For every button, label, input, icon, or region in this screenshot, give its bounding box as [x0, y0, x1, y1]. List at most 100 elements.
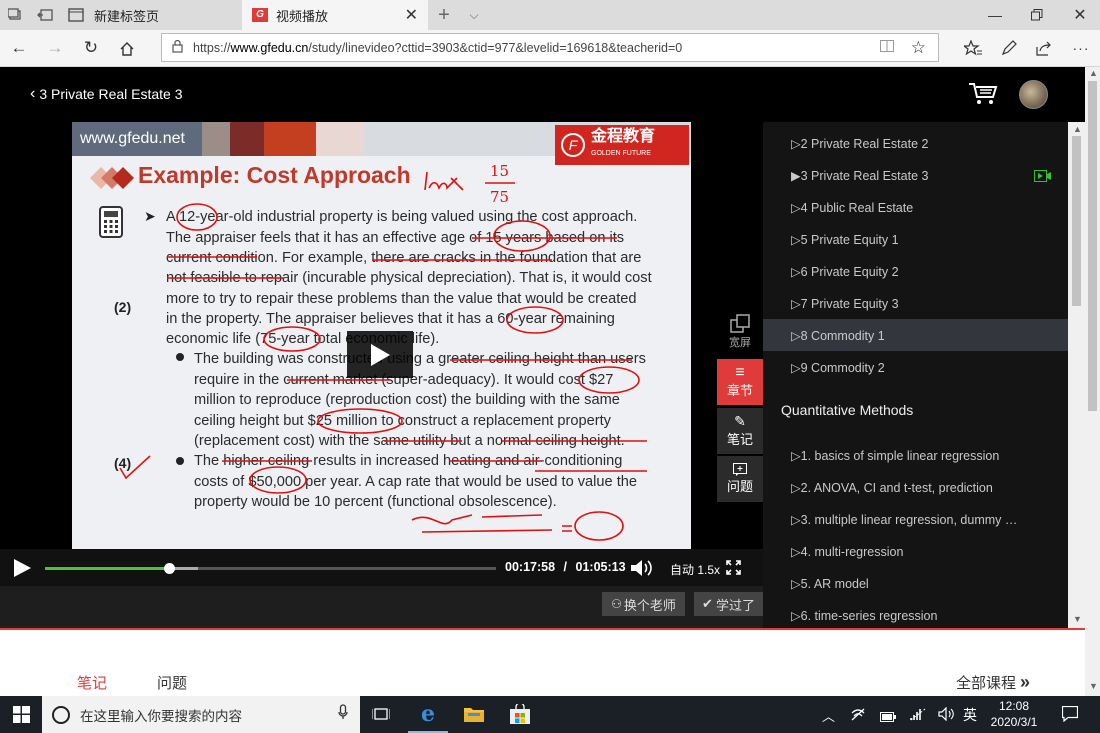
chapters-label: 章节 — [726, 382, 753, 398]
tab-manager-icon[interactable] — [0, 0, 30, 30]
course-title: 3 Private Real Estate 3 — [39, 86, 183, 102]
store-icon[interactable] — [510, 702, 530, 729]
minimize-icon[interactable]: — — [980, 0, 1010, 30]
all-courses-link[interactable]: 全部课程 » — [956, 672, 1030, 693]
address-bar[interactable]: https://www.gfedu.cn/study/linevideo?ctt… — [161, 33, 939, 62]
scroll-up-icon[interactable]: ▲ — [1089, 68, 1098, 78]
learned-button[interactable]: ✔ 学过了 — [694, 592, 763, 616]
pencil-icon: ✎ — [734, 413, 746, 429]
file-explorer-icon[interactable] — [464, 705, 484, 728]
video-player[interactable]: www.gfedu.net F 金程教育 GOLDEN FUTURE Examp… — [0, 122, 763, 628]
refresh-icon[interactable]: ↻ — [78, 36, 104, 60]
lesson-label: ▷2. ANOVA, CI and t-test, prediction — [791, 480, 993, 495]
center-play-button[interactable] — [347, 331, 413, 378]
lesson-label: ▷4. multi-regression — [791, 544, 904, 559]
avatar[interactable] — [1019, 80, 1048, 109]
favorite-star-icon[interactable]: ☆ — [911, 38, 926, 58]
chapter-list: ▷2 Private Real Estate 2 ▶3 Private Real… — [763, 122, 1068, 628]
chevron-left-icon: ‹ — [30, 85, 36, 102]
favorites-list-icon[interactable] — [960, 36, 986, 60]
learned-label: 学过了 — [715, 597, 755, 613]
network-disabled-icon[interactable] — [850, 707, 866, 726]
wifi-icon[interactable] — [910, 707, 926, 726]
show-hidden-icons-chevron-icon[interactable]: ︿ — [822, 706, 835, 725]
scroll-thumb[interactable] — [1088, 81, 1097, 411]
close-tab-icon[interactable]: ✕ — [405, 5, 418, 25]
time-display: 00:17:58 / 01:05:13 — [505, 560, 626, 574]
edge-browser-icon[interactable]: e — [408, 696, 448, 733]
chapter-list-scrollbar[interactable]: ▲ ▼ — [1068, 122, 1085, 628]
fullscreen-icon[interactable] — [726, 560, 741, 580]
lesson-item[interactable]: ▷6 Private Equity 2 — [791, 255, 1068, 287]
url-path: /study/linevideo?cttid=3903&ctid=977&lev… — [308, 40, 683, 55]
progress-handle[interactable] — [164, 563, 176, 574]
notification-center-icon[interactable] — [1061, 705, 1079, 727]
all-courses-label: 全部课程 — [956, 675, 1017, 692]
speed-selector[interactable]: 自动 1.5x — [670, 561, 720, 578]
reading-view-icon[interactable] — [880, 40, 894, 55]
back-to-course-link[interactable]: ‹ 3 Private Real Estate 3 — [30, 85, 183, 103]
restore-icon[interactable] — [1022, 0, 1052, 30]
progress-track[interactable] — [45, 563, 496, 574]
lesson-item[interactable]: ▷1. basics of simple linear regression — [791, 439, 1068, 471]
page-scrollbar[interactable]: ▲ ▼ — [1085, 67, 1100, 696]
battery-icon[interactable] — [880, 709, 896, 727]
lesson-item[interactable]: ▷7 Private Equity 3 — [791, 287, 1068, 319]
tab-video-playback[interactable]: G 视频播放 ✕ — [242, 0, 428, 30]
notes-button[interactable]: ✎ 笔记 — [717, 408, 763, 454]
set-aside-tabs-icon[interactable] — [30, 0, 60, 30]
microphone-icon[interactable] — [338, 704, 348, 725]
speaker-icon[interactable] — [938, 706, 954, 726]
tab-notes[interactable]: 笔记 — [77, 672, 107, 693]
lesson-label: ▷7 Private Equity 3 — [791, 296, 899, 311]
lesson-item[interactable]: ▷3. multiple linear regression, dummy … — [791, 503, 1068, 535]
scroll-up-icon[interactable]: ▲ — [1073, 124, 1082, 134]
pen-notes-icon[interactable] — [996, 36, 1022, 60]
tab-list-chevron-icon[interactable]: ⌵ — [462, 0, 486, 30]
notes-label: 笔记 — [726, 432, 753, 447]
lesson-item[interactable]: ▷5 Private Equity 1 — [791, 223, 1068, 255]
lesson-item[interactable]: ▷6. time-series regression — [791, 599, 1068, 628]
home-icon[interactable] — [114, 36, 140, 60]
scroll-thumb[interactable] — [1072, 136, 1081, 306]
change-teacher-label: 换个老师 — [623, 597, 676, 613]
widescreen-icon — [730, 314, 750, 333]
lesson-item[interactable]: ▶3 Private Real Estate 3 — [791, 159, 1068, 191]
cart-icon[interactable] — [968, 81, 998, 110]
tab-questions[interactable]: 问题 — [157, 672, 187, 693]
change-teacher-button[interactable]: ⚇ 换个老师 — [602, 592, 685, 616]
input-method-indicator[interactable]: 英 — [963, 705, 977, 725]
windows-start-icon[interactable] — [13, 706, 30, 728]
lesson-label: ▷8 Commodity 1 — [791, 328, 885, 343]
more-menu-icon[interactable]: ··· — [1068, 36, 1094, 60]
lesson-label: ▷9 Commodity 2 — [791, 360, 885, 375]
lesson-item[interactable]: ▷4 Public Real Estate — [791, 191, 1068, 223]
lesson-item[interactable]: ▷2 Private Real Estate 2 — [791, 127, 1068, 159]
new-tab-icon[interactable]: + — [432, 0, 456, 30]
task-view-icon[interactable] — [371, 706, 391, 727]
lesson-item[interactable]: ▷5. AR model — [791, 567, 1068, 599]
clock-time: 12:08 — [998, 699, 1030, 713]
play-button[interactable] — [12, 558, 32, 583]
scroll-down-icon[interactable]: ▼ — [1089, 681, 1098, 691]
url-prefix: https:// — [193, 40, 231, 55]
close-window-icon[interactable]: ✕ — [1065, 0, 1095, 30]
lesson-label: ▷6 Private Equity 2 — [791, 264, 899, 279]
back-arrow-icon[interactable]: ← — [6, 36, 32, 60]
lesson-item[interactable]: ▷2. ANOVA, CI and t-test, prediction — [791, 471, 1068, 503]
lesson-item-selected[interactable]: ▷8 Commodity 1 — [763, 319, 1068, 351]
tab-new-tab[interactable]: 新建标签页 — [60, 0, 242, 30]
lesson-item[interactable]: ▷4. multi-regression — [791, 535, 1068, 567]
lesson-label: ▷2 Private Real Estate 2 — [791, 136, 929, 151]
widescreen-button[interactable]: 宽屏 — [717, 309, 763, 355]
scroll-down-icon[interactable]: ▼ — [1073, 614, 1082, 624]
volume-icon[interactable] — [630, 558, 654, 583]
forward-arrow-icon[interactable]: → — [42, 36, 68, 60]
system-clock[interactable]: 12:08 2020/3/1 — [990, 698, 1038, 730]
taskbar-search-box[interactable]: 在这里输入你要搜索的内容 — [42, 696, 360, 733]
chapters-button[interactable]: ≡ 章节 — [717, 359, 763, 405]
widescreen-label: 宽屏 — [729, 337, 751, 349]
share-icon[interactable] — [1031, 36, 1057, 60]
questions-button[interactable]: 问题 — [717, 456, 763, 502]
lesson-item[interactable]: ▷9 Commodity 2 — [791, 351, 1068, 383]
